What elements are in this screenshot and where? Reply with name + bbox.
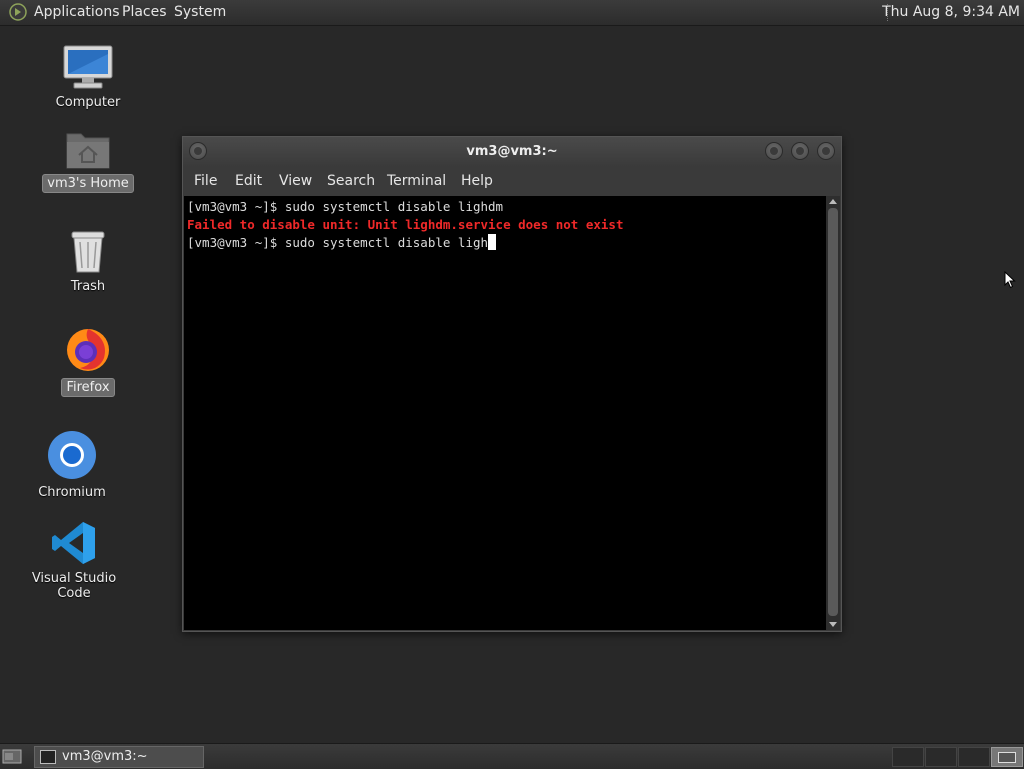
system-menu[interactable]: System (174, 4, 226, 20)
home-folder-icon (66, 133, 110, 169)
firefox-icon (67, 329, 109, 371)
menu-search[interactable]: Search (327, 173, 375, 189)
terminal-window[interactable]: vm3@vm3:~ File Edit View Search Terminal… (182, 136, 842, 632)
menu-file[interactable]: File (194, 173, 217, 189)
minimize-button[interactable] (765, 142, 783, 160)
menu-terminal[interactable]: Terminal (387, 173, 446, 189)
clock[interactable]: Thu Aug 8, 9:34 AM (882, 4, 1020, 20)
bottom-panel: vm3@vm3:~ (0, 743, 1024, 769)
desktop-icon-label: Firefox (61, 378, 115, 397)
terminal-menubar: File Edit View Search Terminal Help (183, 167, 841, 195)
terminal-error-line: Failed to disable unit: Unit lighdm.serv… (187, 217, 624, 232)
desktop-icon-trash[interactable]: Trash (33, 228, 143, 295)
top-panel: Applications Places System Thu Aug 8, 9:… (0, 0, 1024, 26)
desktop-icon-label: Visual Studio Code (31, 571, 117, 601)
mouse-pointer-icon (1004, 271, 1016, 289)
show-desktop-icon[interactable] (2, 748, 22, 764)
workspace-2[interactable] (925, 747, 957, 767)
desktop-icon-label: Trash (70, 279, 106, 294)
scroll-up-arrow-icon[interactable] (829, 199, 837, 204)
vscode-icon (52, 522, 95, 564)
scroll-down-arrow-icon[interactable] (829, 622, 837, 627)
desktop-icon-label: vm3's Home (42, 174, 134, 193)
desktop-icon-label: Chromium (38, 485, 106, 500)
trash-icon (71, 231, 105, 273)
terminal-icon (40, 750, 56, 764)
window-titlebar[interactable]: vm3@vm3:~ (183, 137, 841, 167)
menu-view[interactable]: View (279, 173, 312, 189)
desktop-icon-label: Computer (55, 95, 121, 110)
close-button[interactable] (817, 142, 835, 160)
desktop-icon-firefox[interactable]: Firefox (33, 326, 143, 397)
workspace-3[interactable] (958, 747, 990, 767)
workspace-4[interactable] (991, 747, 1023, 767)
menu-edit[interactable]: Edit (235, 173, 262, 189)
desktop-icon-vscode[interactable]: Visual Studio Code (19, 520, 129, 602)
terminal-input: [vm3@vm3 ~]$ sudo systemctl disable ligh (187, 235, 489, 250)
taskbar-label: vm3@vm3:~ (62, 749, 148, 764)
taskbar-terminal-button[interactable]: vm3@vm3:~ (34, 746, 204, 768)
places-menu[interactable]: Places (122, 4, 167, 20)
menu-help[interactable]: Help (461, 173, 493, 189)
workspace-1[interactable] (892, 747, 924, 767)
desktop-icon-computer[interactable]: Computer (33, 44, 143, 111)
desktop-icon-chromium[interactable]: Chromium (17, 430, 127, 501)
terminal-prompt-line: [vm3@vm3 ~]$ sudo systemctl disable ligh (187, 234, 497, 252)
computer-icon (63, 45, 113, 89)
maximize-button[interactable] (791, 142, 809, 160)
terminal-line: [vm3@vm3 ~]$ sudo systemctl disable ligh… (187, 199, 504, 214)
distro-logo-icon[interactable] (9, 3, 27, 21)
chromium-icon (48, 431, 96, 479)
terminal-output[interactable]: [vm3@vm3 ~]$ sudo systemctl disable ligh… (184, 196, 826, 630)
text-cursor (488, 234, 497, 250)
window-title: vm3@vm3:~ (466, 144, 558, 159)
terminal-scrollbar[interactable] (826, 196, 840, 630)
applications-menu[interactable]: Applications (34, 4, 120, 20)
scrollbar-thumb[interactable] (828, 208, 838, 616)
desktop-icon-home[interactable]: vm3's Home (33, 128, 143, 193)
